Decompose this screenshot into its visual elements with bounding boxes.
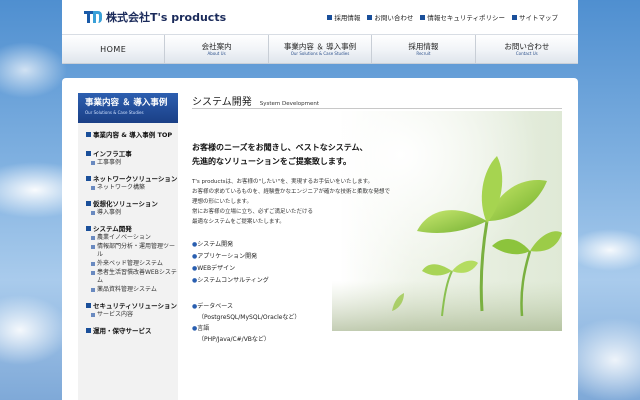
sidebar: 事業内容 ＆ 導入事例 Our Solutions & Case Studies… xyxy=(78,93,178,400)
square-bullet-icon xyxy=(86,225,91,231)
square-bullet-icon xyxy=(367,14,373,20)
square-bullet-icon xyxy=(91,211,95,215)
list-item: ●アプリケーション開発 xyxy=(192,253,258,260)
site-header: 株式会社T's products 採用情報 お問い合わせ 情報セキュリティポリシ… xyxy=(62,0,578,34)
page-title: システム開発 xyxy=(192,97,252,108)
sidebar-item-infra[interactable]: インフラ工事 xyxy=(86,148,178,158)
utility-links: 採用情報 お問い合わせ 情報セキュリティポリシー サイトマップ xyxy=(327,12,558,22)
square-bullet-icon xyxy=(91,245,95,249)
square-bullet-icon xyxy=(86,327,91,333)
nav-solutions[interactable]: 事業内容 ＆ 導入事例 Our Solutions & Case Studies xyxy=(269,35,373,63)
list-item-detail: （PHP/Java/C#/VBなど） xyxy=(198,336,270,343)
logo-mark-icon xyxy=(84,10,102,24)
sidebar-category-network: ネットワークソリューション ネットワーク構築 xyxy=(86,173,178,192)
square-bullet-icon xyxy=(91,262,95,266)
sidebar-subitem[interactable]: 外来ベッド管理システム xyxy=(91,260,178,268)
nav-home[interactable]: HOME xyxy=(62,35,166,63)
hero-headline: お客様のニーズをお聞きし、ベストなシステム、 先進的なソリューションをご提案致し… xyxy=(192,143,368,166)
square-bullet-icon xyxy=(512,14,517,20)
list-item: ●言語 xyxy=(192,325,210,332)
service-list: ●システム開発 ●アプリケーション開発 ●WEBデザイン ●システムコンサルティ… xyxy=(192,239,269,287)
square-bullet-icon xyxy=(86,302,91,308)
sidebar-category-virtualization: 仮想化ソリューション 導入事例 xyxy=(86,198,178,217)
square-bullet-icon xyxy=(327,14,333,20)
square-bullet-icon xyxy=(91,186,95,190)
sidebar-header[interactable]: 事業内容 ＆ 導入事例 Our Solutions & Case Studies xyxy=(78,93,178,123)
page-title-en: System Development xyxy=(259,101,319,107)
page-title-row: システム開発 System Development xyxy=(192,93,562,109)
sidebar-item-top[interactable]: 事業内容 & 導入事例 TOP xyxy=(86,129,178,143)
list-item: ●WEBデザイン xyxy=(192,265,236,272)
content-panel: 事業内容 ＆ 導入事例 Our Solutions & Case Studies… xyxy=(62,78,578,400)
tech-list: ●データベース （PostgreSQL/MySQL/Oracleなど） ●言語 … xyxy=(192,301,300,345)
square-bullet-icon xyxy=(86,150,91,156)
sidebar-subitem[interactable]: 工事事例 xyxy=(91,159,178,167)
sidebar-list: 事業内容 & 導入事例 TOP インフラ工事 工事事例 ネットワークソリューショ… xyxy=(78,123,178,335)
square-bullet-icon xyxy=(86,131,91,137)
sidebar-item-maintenance[interactable]: 運用・保守サービス xyxy=(86,325,178,335)
logo-text: 株式会社T's products xyxy=(106,11,227,24)
sidebar-item-system-dev[interactable]: システム開発 xyxy=(86,223,178,233)
sidebar-item-security[interactable]: セキュリティソリューション xyxy=(86,300,178,310)
utility-link-sitemap[interactable]: サイトマップ xyxy=(512,12,558,22)
sidebar-category-maintenance: 運用・保守サービス xyxy=(86,325,178,335)
site-logo[interactable]: 株式会社T's products xyxy=(84,9,226,25)
sidebar-subitem[interactable]: 農業イノベーション xyxy=(91,234,178,242)
nav-recruit[interactable]: 採用情報 Recruit xyxy=(372,35,476,63)
hero-description: T's productsは、お客様の"したい"を、実現するお手伝いをいたします。… xyxy=(192,179,391,225)
square-bullet-icon xyxy=(91,271,95,275)
sidebar-subitem[interactable]: 薬品資料管理システム xyxy=(91,286,178,294)
square-bullet-icon xyxy=(91,313,95,317)
square-bullet-icon xyxy=(86,175,91,181)
list-item: ●データベース xyxy=(192,303,233,310)
main-content: システム開発 System Development お客様のニーズをお聞きし、ベ… xyxy=(192,93,562,400)
sidebar-item-network[interactable]: ネットワークソリューション xyxy=(86,173,178,183)
hero-area: お客様のニーズをお聞きし、ベストなシステム、 先進的なソリューションをご提案致し… xyxy=(192,111,562,331)
sidebar-subitem[interactable]: 情報部門分析・運用管理ツール xyxy=(91,243,178,259)
page-wrapper: 株式会社T's products 採用情報 お問い合わせ 情報セキュリティポリシ… xyxy=(62,0,578,400)
square-bullet-icon xyxy=(91,161,95,165)
global-nav: HOME 会社案内 About Us 事業内容 ＆ 導入事例 Our Solut… xyxy=(62,34,578,64)
list-item: ●システムコンサルティング xyxy=(192,277,269,284)
square-bullet-icon xyxy=(86,200,91,206)
nav-contact[interactable]: お問い合わせ Contact Us xyxy=(476,35,578,63)
sidebar-subitem[interactable]: 導入事例 xyxy=(91,209,178,217)
square-bullet-icon xyxy=(91,236,95,240)
nav-about[interactable]: 会社案内 About Us xyxy=(165,35,269,63)
sidebar-subitem[interactable]: サービス内容 xyxy=(91,311,178,319)
square-bullet-icon xyxy=(91,288,95,292)
utility-link-contact[interactable]: お問い合わせ xyxy=(367,12,413,22)
sidebar-category-system-dev: システム開発 農業イノベーション 情報部門分析・運用管理ツール 外来ベッド管理シ… xyxy=(86,223,178,294)
sidebar-category-security: セキュリティソリューション サービス内容 xyxy=(86,300,178,319)
utility-link-recruit[interactable]: 採用情報 xyxy=(327,12,360,22)
sidebar-subitem[interactable]: 患者生活習慣改善WEBシステム xyxy=(91,269,178,285)
utility-link-security-policy[interactable]: 情報セキュリティポリシー xyxy=(420,12,505,22)
list-item: ●システム開発 xyxy=(192,241,234,248)
sidebar-category-infra: インフラ工事 工事事例 xyxy=(86,148,178,167)
list-item-detail: （PostgreSQL/MySQL/Oracleなど） xyxy=(198,314,301,321)
square-bullet-icon xyxy=(420,14,426,20)
sidebar-subitem[interactable]: ネットワーク構築 xyxy=(91,184,178,192)
sidebar-item-virtualization[interactable]: 仮想化ソリューション xyxy=(86,198,178,208)
